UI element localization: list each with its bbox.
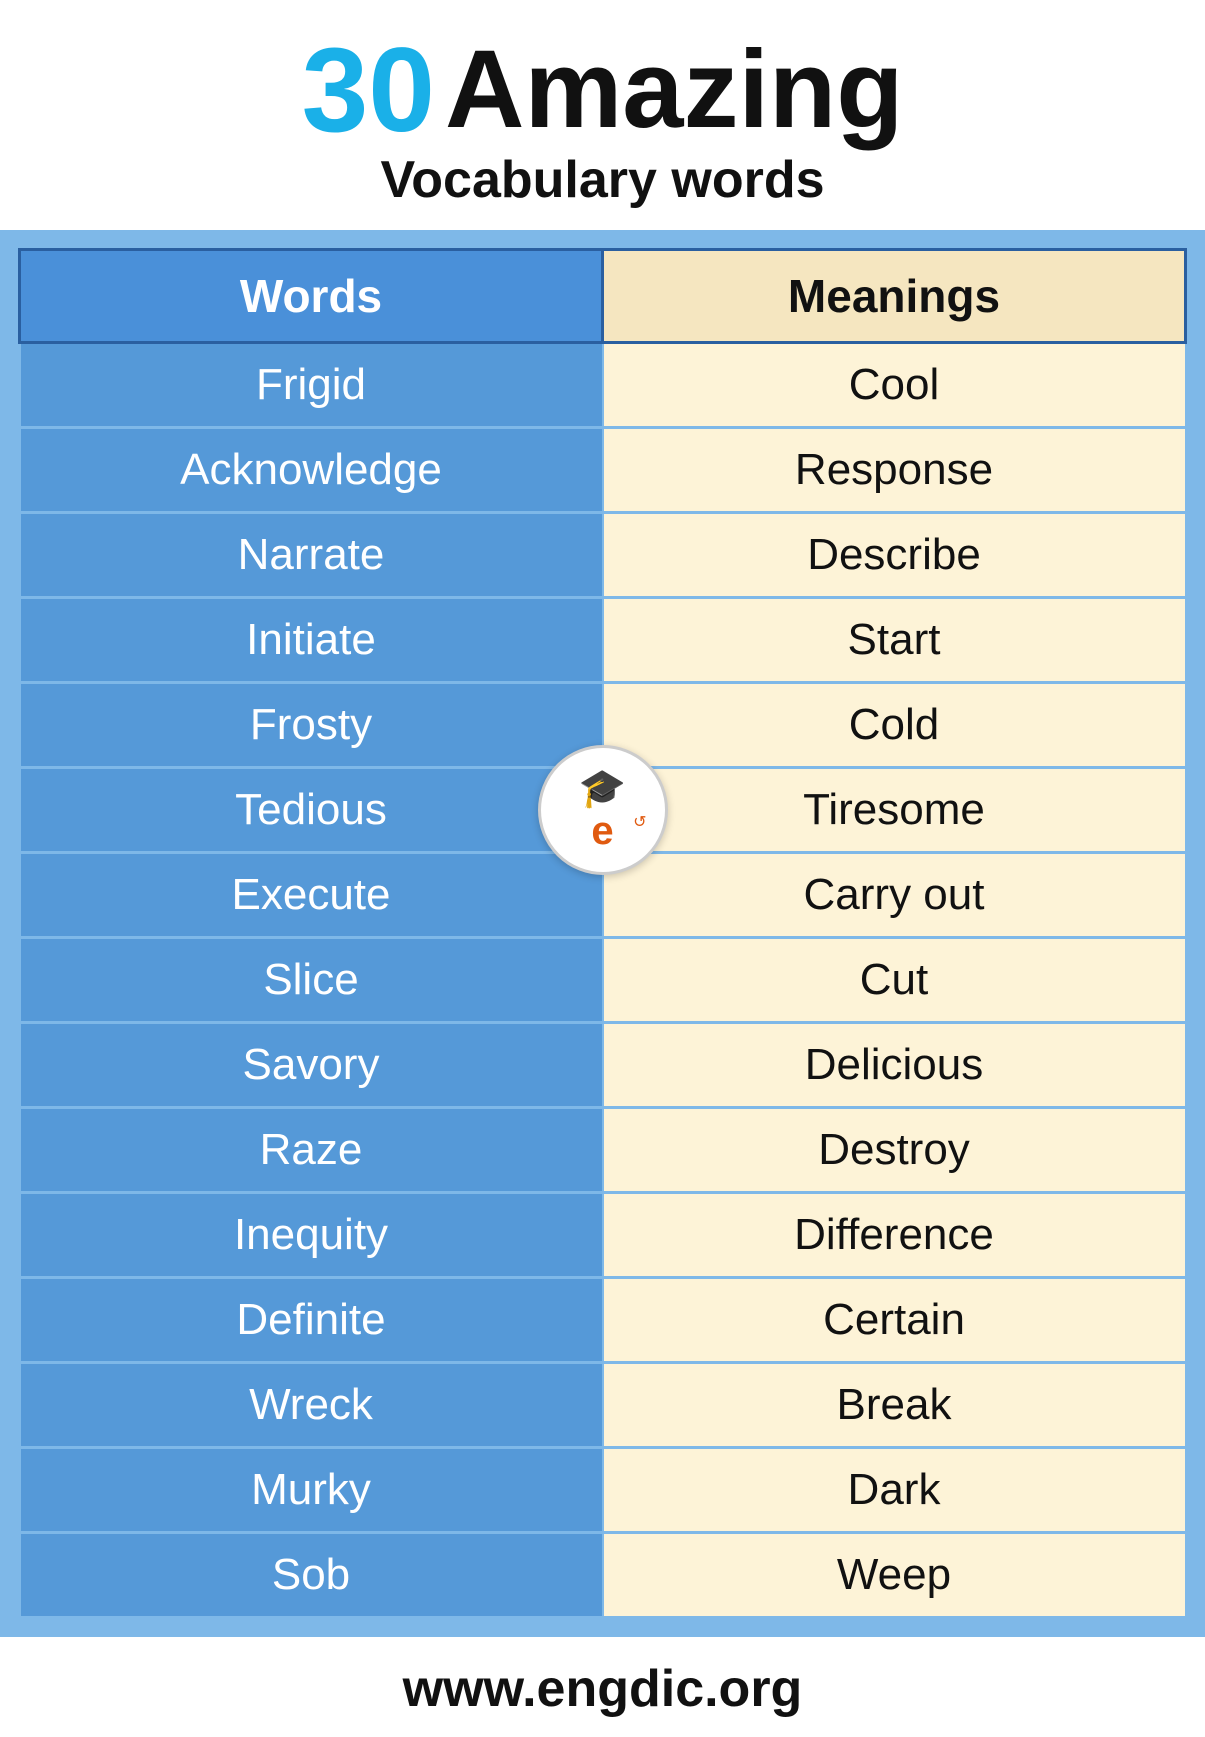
meaning-cell: Cold (603, 683, 1186, 768)
title-number: 30 (302, 30, 435, 150)
page-footer: www.engdic.org (0, 1637, 1205, 1737)
table-row: WreckBreak (20, 1363, 1186, 1448)
word-cell: Wreck (20, 1363, 603, 1448)
meaning-cell: Response (603, 428, 1186, 513)
meaning-cell: Cut (603, 938, 1186, 1023)
meaning-cell: Dark (603, 1448, 1186, 1533)
table-row: AcknowledgeResponse (20, 428, 1186, 513)
vocab-table: Words Meanings FrigidCoolAcknowledgeResp… (18, 248, 1187, 1619)
table-row: InitiateStart (20, 598, 1186, 683)
table-row: SobWeep (20, 1533, 1186, 1618)
table-row: FrigidCool (20, 343, 1186, 428)
meaning-cell: Tiresome (603, 768, 1186, 853)
meaning-cell: Certain (603, 1278, 1186, 1363)
word-cell: Initiate (20, 598, 603, 683)
subtitle: Vocabulary words (380, 150, 824, 210)
meaning-cell: Start (603, 598, 1186, 683)
word-cell: Acknowledge (20, 428, 603, 513)
word-cell: Execute (20, 853, 603, 938)
word-cell: Inequity (20, 1193, 603, 1278)
meaning-cell: Carry out (603, 853, 1186, 938)
word-cell: Raze (20, 1108, 603, 1193)
word-cell: Savory (20, 1023, 603, 1108)
page-header: 30 Amazing Vocabulary words (0, 0, 1205, 230)
words-header: Words (20, 250, 603, 343)
table-row: InequityDifference (20, 1193, 1186, 1278)
table-row: MurkyDark (20, 1448, 1186, 1533)
footer-url: www.engdic.org (403, 1660, 803, 1718)
table-row: SavoryDelicious (20, 1023, 1186, 1108)
meaning-cell: Describe (603, 513, 1186, 598)
word-cell: Sob (20, 1533, 603, 1618)
meaning-cell: Break (603, 1363, 1186, 1448)
word-cell: Frigid (20, 343, 603, 428)
meaning-cell: Difference (603, 1193, 1186, 1278)
table-container: Words Meanings FrigidCoolAcknowledgeResp… (0, 230, 1205, 1637)
table-row: RazeDestroy (20, 1108, 1186, 1193)
meanings-header: Meanings (603, 250, 1186, 343)
word-cell: Murky (20, 1448, 603, 1533)
title-row: 30 Amazing (302, 30, 904, 150)
word-cell: Tedious (20, 768, 603, 853)
word-cell: Narrate (20, 513, 603, 598)
table-row: SliceCut (20, 938, 1186, 1023)
word-cell: Slice (20, 938, 603, 1023)
table-row: DefiniteCertain (20, 1278, 1186, 1363)
meaning-cell: Delicious (603, 1023, 1186, 1108)
word-cell: Frosty (20, 683, 603, 768)
table-row: NarrateDescribe (20, 513, 1186, 598)
meaning-cell: Destroy (603, 1108, 1186, 1193)
title-amazing: Amazing (445, 35, 903, 145)
meaning-cell: Cool (603, 343, 1186, 428)
word-cell: Definite (20, 1278, 603, 1363)
meaning-cell: Weep (603, 1533, 1186, 1618)
logo-badge: 🎓e↺ (538, 745, 668, 875)
